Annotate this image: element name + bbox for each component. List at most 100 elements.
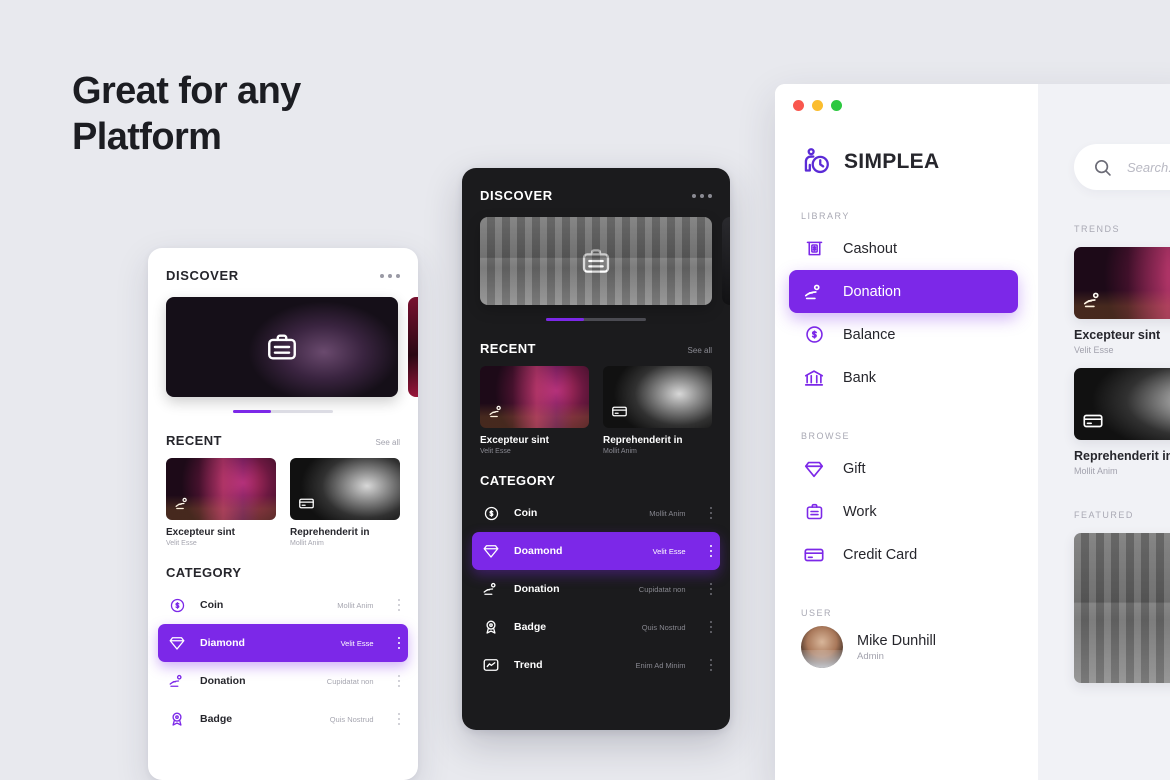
category-item-coin[interactable]: Coin Mollit Anim bbox=[472, 494, 720, 532]
credit-card-icon bbox=[298, 495, 315, 512]
category-label: Donation bbox=[514, 583, 560, 595]
light-recent-title-1: Excepteur sint bbox=[166, 527, 235, 538]
dark-discover-header: DISCOVER bbox=[462, 168, 730, 203]
more-vertical-icon[interactable] bbox=[397, 712, 400, 726]
light-recent-title-2: Reprehenderit in bbox=[290, 527, 370, 538]
list-item[interactable]: Reprehenderit in Mollit Anim bbox=[290, 458, 400, 547]
light-recent-header: RECENT See all bbox=[148, 413, 418, 448]
list-item[interactable]: Excepteur sint Velit Esse bbox=[480, 366, 589, 455]
category-label: Trend bbox=[514, 659, 543, 671]
light-hero-next-peek[interactable] bbox=[408, 297, 418, 397]
light-discover-header: DISCOVER bbox=[148, 248, 418, 283]
featured-thumb bbox=[1074, 533, 1170, 683]
badge-icon bbox=[480, 618, 502, 636]
sidebar-item-cashout[interactable]: Cashout bbox=[789, 227, 1018, 270]
category-label: Donation bbox=[200, 675, 246, 687]
category-item-diamond[interactable]: Doamond Velit Esse bbox=[472, 532, 720, 570]
category-item-donation[interactable]: Donation Cupidatat non bbox=[158, 662, 408, 700]
category-item-diamond[interactable]: Diamond Velit Esse bbox=[158, 624, 408, 662]
category-item-badge[interactable]: Badge Quis Nostrud bbox=[472, 608, 720, 646]
more-vertical-icon[interactable] bbox=[709, 544, 712, 558]
minimize-button[interactable] bbox=[812, 100, 823, 111]
trend-card-2[interactable]: Reprehenderit in Mollit Anim bbox=[1074, 368, 1170, 476]
dark-recent-see-all[interactable]: See all bbox=[688, 346, 712, 355]
brand-logo[interactable]: SIMPLEA bbox=[775, 111, 1038, 179]
featured-card[interactable] bbox=[1074, 533, 1170, 683]
light-carousel-progress[interactable] bbox=[233, 410, 333, 413]
light-hero-carousel[interactable] bbox=[148, 297, 418, 397]
light-hero-card[interactable] bbox=[166, 297, 398, 397]
diamond-icon bbox=[803, 458, 825, 480]
dark-hero-card[interactable] bbox=[480, 217, 712, 305]
donation-icon bbox=[480, 580, 502, 598]
trend-sub-2: Mollit Anim bbox=[1074, 466, 1118, 476]
sidebar-item-balance[interactable]: Balance bbox=[789, 313, 1018, 356]
light-recent-thumb-1 bbox=[166, 458, 276, 520]
more-vertical-icon[interactable] bbox=[709, 658, 712, 672]
sidebar-item-credit-card[interactable]: Credit Card bbox=[789, 533, 1018, 576]
showcase-stage: Great for any Platform DISCOVER RECENT S… bbox=[0, 0, 1170, 780]
diamond-icon bbox=[480, 542, 502, 560]
category-meta: Velit Esse bbox=[652, 546, 686, 556]
more-horizontal-icon[interactable] bbox=[380, 273, 400, 278]
user-name: Mike Dunhill bbox=[857, 632, 936, 649]
dark-hero-carousel[interactable] bbox=[462, 217, 730, 305]
category-meta: Cupidatat non bbox=[326, 676, 374, 686]
category-label: Diamond bbox=[200, 637, 245, 649]
sidebar-item-gift[interactable]: Gift bbox=[789, 447, 1018, 490]
light-recent-see-all[interactable]: See all bbox=[376, 438, 400, 447]
light-discover-title: DISCOVER bbox=[166, 268, 239, 283]
bank-icon bbox=[803, 367, 825, 389]
more-vertical-icon[interactable] bbox=[709, 582, 712, 596]
list-item[interactable]: Excepteur sint Velit Esse bbox=[166, 458, 276, 547]
sidebar-item-work[interactable]: Work bbox=[789, 490, 1018, 533]
search-icon bbox=[1092, 157, 1113, 178]
dark-hero-next-peek[interactable] bbox=[722, 217, 730, 305]
donation-icon bbox=[1082, 289, 1104, 311]
search-input[interactable]: Search... bbox=[1074, 144, 1170, 190]
donation-icon bbox=[174, 495, 191, 512]
category-meta: Quis Nostrud bbox=[329, 714, 374, 724]
dark-recent-sub-1: Velit Esse bbox=[480, 448, 511, 455]
more-vertical-icon[interactable] bbox=[397, 636, 400, 650]
more-vertical-icon[interactable] bbox=[709, 506, 712, 520]
category-item-badge[interactable]: Badge Quis Nostrud bbox=[158, 700, 408, 738]
dark-category-title: CATEGORY bbox=[480, 473, 556, 488]
more-vertical-icon[interactable] bbox=[709, 620, 712, 634]
maximize-button[interactable] bbox=[831, 100, 842, 111]
dark-recent-title-1: Excepteur sint bbox=[480, 435, 549, 446]
content-pane: Search... TRENDS Excepteur sint Velit Es… bbox=[1038, 84, 1170, 780]
dark-recent-thumb-1 bbox=[480, 366, 589, 428]
sidebar-item-donation[interactable]: Donation bbox=[789, 270, 1018, 313]
sidebar-item-bank[interactable]: Bank bbox=[789, 356, 1018, 399]
phone-dark-mockup: DISCOVER RECENT See all Excepteur sint V… bbox=[462, 168, 730, 730]
dark-discover-title: DISCOVER bbox=[480, 188, 553, 203]
list-item[interactable]: Reprehenderit in Mollit Anim bbox=[603, 366, 712, 455]
trend-icon bbox=[480, 656, 502, 674]
close-button[interactable] bbox=[793, 100, 804, 111]
credit-card-icon bbox=[803, 544, 825, 566]
trend-thumb-2 bbox=[1074, 368, 1170, 440]
coin-icon bbox=[166, 597, 188, 614]
donation-icon bbox=[166, 672, 188, 690]
light-recent-title: RECENT bbox=[166, 433, 222, 448]
trend-title-2: Reprehenderit in bbox=[1074, 449, 1170, 463]
sidebar-item-label: Gift bbox=[843, 460, 866, 477]
more-horizontal-icon[interactable] bbox=[692, 193, 712, 198]
diamond-icon bbox=[166, 634, 188, 652]
trend-title-1: Excepteur sint bbox=[1074, 328, 1161, 342]
dark-carousel-progress[interactable] bbox=[546, 318, 646, 321]
more-vertical-icon[interactable] bbox=[397, 598, 400, 612]
featured-caption: FEATURED bbox=[1074, 510, 1134, 520]
category-item-coin[interactable]: Coin Mollit Anim bbox=[158, 586, 408, 624]
sidebar-user-profile[interactable]: Mike Dunhill Admin bbox=[775, 618, 1038, 668]
user-role: Admin bbox=[857, 650, 884, 662]
dark-recent-title: RECENT bbox=[480, 341, 536, 356]
trend-card-1[interactable]: Excepteur sint Velit Esse bbox=[1074, 247, 1170, 355]
avatar bbox=[801, 626, 843, 668]
category-item-trend[interactable]: Trend Enim Ad Minim bbox=[472, 646, 720, 684]
headline-line-1: Great for any bbox=[72, 70, 301, 112]
more-vertical-icon[interactable] bbox=[397, 674, 400, 688]
category-item-donation[interactable]: Donation Cupidatat non bbox=[472, 570, 720, 608]
donation-icon bbox=[488, 403, 505, 420]
